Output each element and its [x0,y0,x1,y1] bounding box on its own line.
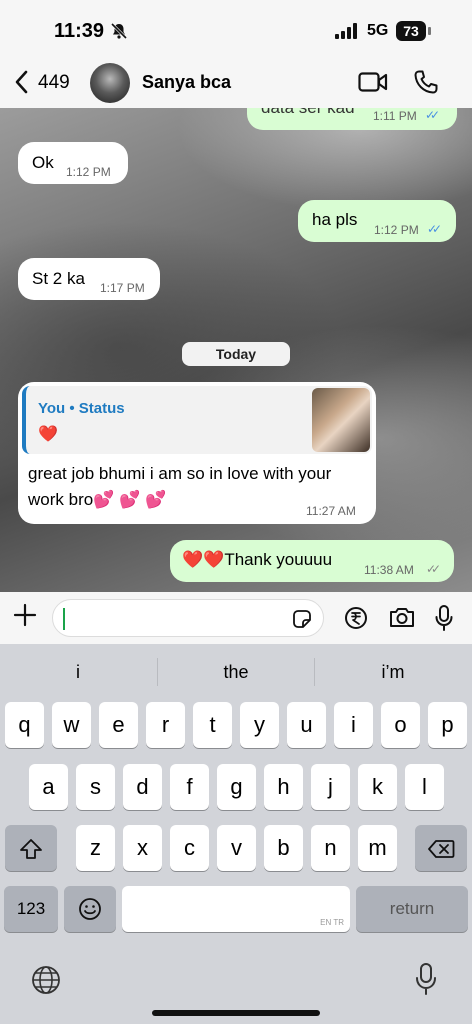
message-time: 1:17 PM [100,281,145,295]
key-i[interactable]: i [334,702,373,748]
back-chevron-icon[interactable] [12,68,32,101]
message-time: 1:12 PM [66,165,111,179]
key-t[interactable]: t [193,702,232,748]
battery-tip [428,27,431,35]
video-call-icon[interactable] [358,71,388,98]
message-input-bar [0,592,472,644]
suggestion-3[interactable]: i’m [315,662,471,683]
key-s[interactable]: s [76,764,115,810]
key-x[interactable]: x [123,825,162,871]
key-p[interactable]: p [428,702,467,748]
globe-icon[interactable] [30,964,62,1001]
message-time: 1:11 PM [373,109,417,123]
key-l[interactable]: l [405,764,444,810]
space-language-label: EN TR [320,918,344,927]
message-bubble-incoming[interactable]: St 2 ka 1:17 PM [18,258,160,300]
unread-count[interactable]: 449 [38,72,70,94]
plus-icon[interactable] [12,602,38,633]
numbers-key[interactable]: 123 [4,886,58,932]
key-c[interactable]: c [170,825,209,871]
message-time: 11:38 AM [364,563,414,577]
suggestion-2[interactable]: the [158,662,314,683]
key-w[interactable]: w [52,702,91,748]
key-u[interactable]: u [287,702,326,748]
key-k[interactable]: k [358,764,397,810]
read-ticks-icon: ✓✓ [427,222,442,236]
read-ticks-icon: ✓✓ [425,108,440,122]
key-g[interactable]: g [217,764,256,810]
battery-indicator: 73 [396,21,426,41]
key-q[interactable]: q [5,702,44,748]
message-time: 11:27 AM [306,504,356,518]
status-time: 11:39 [54,20,105,42]
home-indicator[interactable] [152,1010,320,1016]
chat-area[interactable]: data ser kad 1:11 PM ✓✓ Ok 1:12 PM ha pl… [0,108,472,592]
message-text: ha pls [312,210,358,229]
shift-key[interactable] [5,825,57,871]
chat-header: 449 Sanya bca [0,58,472,108]
emoji-key[interactable] [64,886,116,932]
quoted-status[interactable]: You • Status ❤️ [22,386,372,454]
key-n[interactable]: n [311,825,350,871]
suggestion-1[interactable]: i [0,662,156,683]
microphone-icon[interactable] [434,604,454,637]
key-f[interactable]: f [170,764,209,810]
delivered-ticks-icon: ✓✓ [426,562,441,576]
contact-name[interactable]: Sanya bca [142,72,231,93]
key-m[interactable]: m [358,825,397,871]
avatar[interactable] [90,63,130,103]
shift-icon [19,835,43,860]
reply-heart: ❤️ [38,426,58,443]
message-bubble-outgoing[interactable]: ha pls 1:12 PM ✓✓ [298,200,456,242]
sticker-icon[interactable] [291,608,313,635]
bell-muted-icon [110,22,128,45]
key-y[interactable]: y [240,702,279,748]
camera-icon[interactable] [388,605,416,634]
status-bar: 11:39 5G 73 [0,0,472,62]
status-thumbnail [312,388,370,452]
reply-title: You • Status [38,400,125,417]
key-a[interactable]: a [29,764,68,810]
payment-rupee-icon[interactable] [344,606,368,635]
key-o[interactable]: o [381,702,420,748]
message-text: St 2 ka [32,269,85,288]
message-text: data ser kad [261,108,355,118]
top-bar: 11:39 5G 73 449 Sanya bca [0,0,472,108]
backspace-icon [427,835,455,860]
space-key[interactable]: EN TR [122,886,350,932]
message-text: Ok [32,153,54,172]
signal-icon [335,23,359,44]
message-text-line2: work bro💕 💕 💕 [28,490,167,509]
key-e[interactable]: e [99,702,138,748]
date-separator: Today [182,342,290,366]
text-caret [63,608,65,630]
network-type: 5G [367,22,389,39]
message-bubble-outgoing[interactable]: data ser kad 1:11 PM ✓✓ [247,108,457,130]
backspace-key[interactable] [415,825,467,871]
key-z[interactable]: z [76,825,115,871]
message-bubble-incoming-reply[interactable]: You • Status ❤️ great job bhumi i am so … [18,382,376,524]
phone-call-icon[interactable] [413,69,439,100]
dictation-mic-icon[interactable] [414,962,438,1001]
key-j[interactable]: j [311,764,350,810]
message-bubble-outgoing[interactable]: ❤️❤️Thank youuuu 11:38 AM ✓✓ [170,540,454,582]
message-input[interactable] [52,599,324,637]
message-text-line1: great job bhumi i am so in love with you… [28,464,332,483]
return-key[interactable]: return [356,886,468,932]
key-d[interactable]: d [123,764,162,810]
keyboard: i the i’m q w e r t y u i o p a s d f g … [0,644,472,1024]
message-time: 1:12 PM [374,223,419,237]
key-b[interactable]: b [264,825,303,871]
message-bubble-incoming[interactable]: Ok 1:12 PM [18,142,128,184]
key-h[interactable]: h [264,764,303,810]
key-r[interactable]: r [146,702,185,748]
key-v[interactable]: v [217,825,256,871]
message-text: ❤️❤️Thank youuuu [182,550,333,569]
